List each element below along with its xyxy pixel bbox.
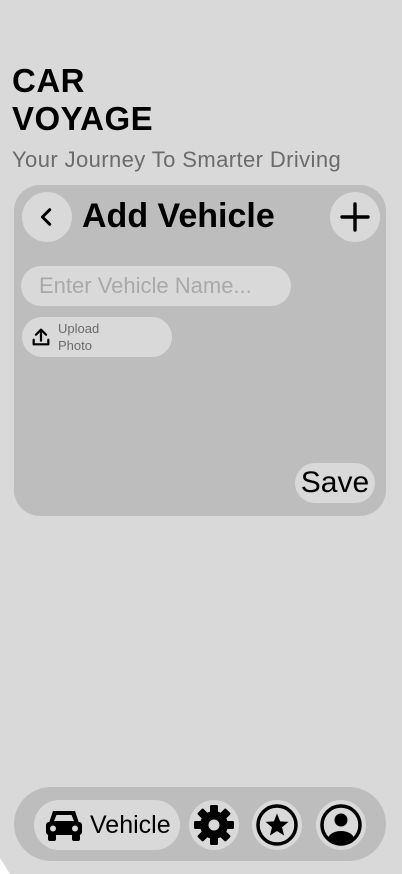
upload-icon: [30, 326, 52, 348]
plus-icon: [340, 202, 370, 232]
star-icon: [256, 804, 298, 846]
nav-item-favorites[interactable]: [252, 800, 302, 850]
chevron-left-icon: [40, 208, 52, 226]
add-button[interactable]: [330, 192, 380, 242]
nav-item-profile[interactable]: [316, 800, 366, 850]
upload-photo-label: Upload Photo: [58, 321, 100, 353]
car-icon: [44, 807, 84, 843]
user-icon: [320, 804, 362, 846]
nav-item-vehicle-label: Vehicle: [90, 810, 171, 839]
brand-line-2: VOYAGE: [12, 100, 154, 137]
save-button[interactable]: Save: [295, 463, 375, 503]
page-title: Add Vehicle: [82, 197, 275, 235]
corner-decoration: [0, 858, 10, 874]
add-vehicle-card: Add Vehicle Upload Photo Save: [14, 185, 386, 516]
gear-icon: [194, 805, 234, 845]
vehicle-name-input[interactable]: [21, 266, 291, 306]
app-logo: CAR VOYAGE: [12, 62, 153, 138]
nav-item-settings[interactable]: [189, 800, 239, 850]
back-button[interactable]: [22, 192, 72, 242]
upload-photo-button[interactable]: Upload Photo: [22, 317, 172, 357]
tagline: Your Journey To Smarter Driving: [12, 147, 342, 172]
brand-line-1: CAR: [12, 62, 85, 99]
nav-item-vehicle[interactable]: Vehicle: [34, 800, 180, 850]
bottom-nav: Vehicle: [14, 787, 386, 861]
